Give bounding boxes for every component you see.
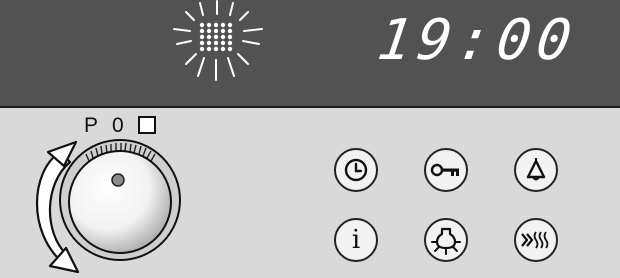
oven-light-icon xyxy=(431,227,461,255)
oven-control-panel: { "display": { "time": "19:00" }, "funct… xyxy=(0,0,620,278)
key-icon xyxy=(430,163,459,177)
function-selector-knob[interactable] xyxy=(0,108,210,278)
key-lock-button[interactable] xyxy=(424,148,468,192)
oven-light-button[interactable] xyxy=(424,218,468,262)
time-display: 19:00 xyxy=(373,8,582,73)
clock-icon xyxy=(344,158,368,182)
clock-button[interactable] xyxy=(334,148,378,192)
info-icon: i xyxy=(351,225,361,255)
bell-icon xyxy=(526,158,546,181)
rapid-heat-button[interactable] xyxy=(514,218,558,262)
alarm-button[interactable] xyxy=(514,148,558,192)
rapid-heat-icon xyxy=(521,231,549,249)
info-button[interactable]: i xyxy=(334,218,378,262)
